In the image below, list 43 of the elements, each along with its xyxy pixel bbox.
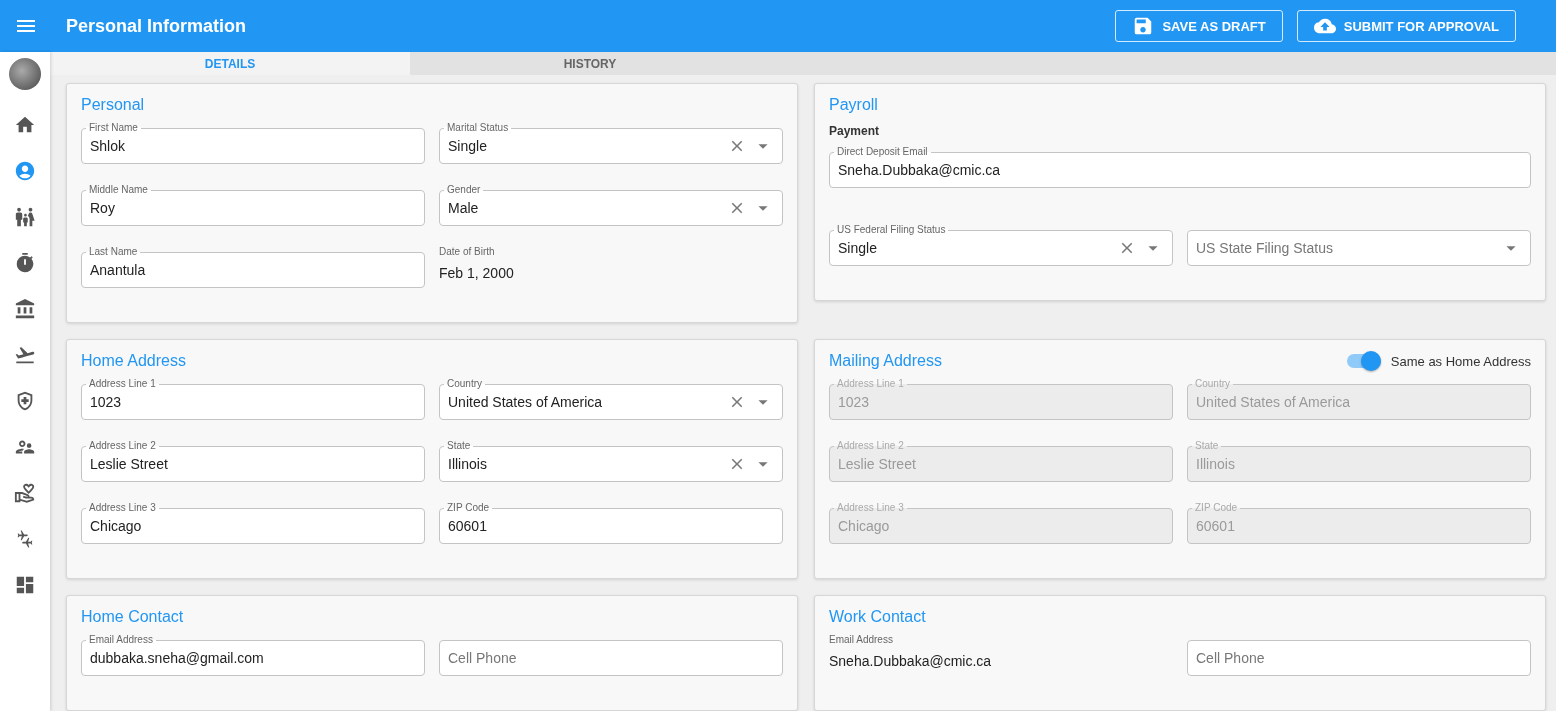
timer-icon[interactable] bbox=[14, 252, 36, 274]
bank-icon[interactable] bbox=[14, 298, 36, 320]
field-label: Direct Deposit Email bbox=[834, 146, 931, 157]
field-label: Country bbox=[444, 378, 485, 389]
field-label: Email Address bbox=[829, 634, 894, 645]
section-title: Home Contact bbox=[81, 608, 184, 626]
field-label: State bbox=[444, 440, 474, 451]
plane-icon[interactable] bbox=[14, 344, 36, 366]
section-title: Payroll bbox=[829, 96, 878, 114]
avatar-photo-placeholder[interactable] bbox=[9, 58, 41, 90]
field-label: ZIP Code bbox=[444, 502, 493, 513]
field-label: Middle Name bbox=[86, 184, 151, 195]
field-label: First Name bbox=[86, 122, 141, 133]
toggle-label: Same as Home Address bbox=[1390, 353, 1531, 369]
text-field[interactable]: Cell Phone bbox=[1187, 640, 1531, 676]
section-title: Mailing Address bbox=[829, 352, 942, 370]
field-label: Country bbox=[1192, 378, 1233, 389]
field-label: Address Line 3 bbox=[834, 502, 907, 513]
section-title: Home Address bbox=[81, 352, 186, 370]
family-icon[interactable] bbox=[14, 206, 36, 228]
text-field[interactable]: Cell Phone bbox=[439, 640, 783, 676]
page-title: Personal Information bbox=[66, 15, 248, 37]
field-label: Marital Status bbox=[444, 122, 512, 133]
field-value: Sneha.Dubbaka@cmic.ca bbox=[829, 653, 993, 669]
field-label: State bbox=[1192, 440, 1222, 451]
field-label: Last Name bbox=[86, 246, 141, 257]
field-label: ZIP Code bbox=[1192, 502, 1241, 513]
account-icon[interactable] bbox=[14, 160, 36, 182]
section-title: Work Contact bbox=[829, 608, 926, 626]
field-label: Gender bbox=[444, 184, 484, 195]
field-value: Feb 1, 2000 bbox=[439, 265, 515, 281]
field-label: Address Line 3 bbox=[86, 502, 159, 513]
subsection-title: Payment bbox=[829, 124, 881, 138]
field-label: Address Line 1 bbox=[834, 378, 907, 389]
field-label: Address Line 1 bbox=[86, 378, 159, 389]
field-label: Address Line 2 bbox=[86, 440, 159, 451]
field-label: Email Address bbox=[86, 634, 156, 645]
select-field[interactable]: US State Filing Status bbox=[1187, 230, 1531, 266]
field-label: US Federal Filing Status bbox=[834, 224, 949, 235]
section-title: Personal bbox=[81, 96, 145, 114]
field-label: Date of Birth bbox=[439, 246, 496, 257]
field-label: Address Line 2 bbox=[834, 440, 907, 451]
dashboard-icon[interactable] bbox=[14, 574, 36, 596]
